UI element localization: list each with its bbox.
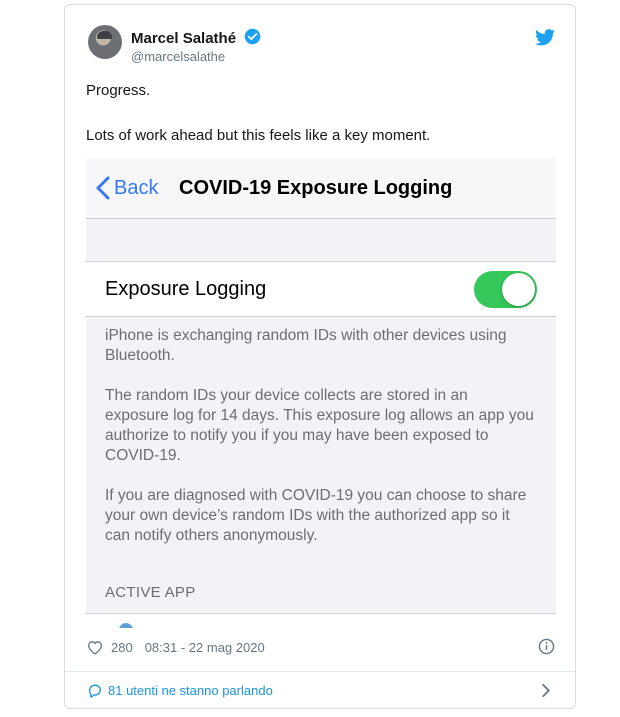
author-handle[interactable]: @marcelsalathe (131, 49, 225, 64)
exposure-logging-row: Exposure Logging (86, 261, 556, 317)
comment-icon (89, 684, 101, 698)
exposure-logging-label: Exposure Logging (105, 278, 267, 300)
avatar[interactable] (88, 25, 122, 59)
description-paragraph-3: If you are diagnosed with COVID-19 you c… (105, 487, 527, 544)
chevron-right-icon[interactable] (541, 683, 551, 698)
author-name: Marcel Salathé (131, 30, 237, 47)
tweet-card: Marcel Salathé @marcelsalathe Progress. … (64, 4, 576, 709)
ios-nav-bar: Back COVID-19 Exposure Logging (86, 158, 556, 219)
heart-icon[interactable] (87, 640, 103, 655)
conversation-count: 81 utenti ne stanno parlando (108, 683, 273, 698)
active-app-row (86, 613, 556, 628)
divider (65, 671, 575, 672)
exposure-logging-toggle[interactable] (474, 271, 537, 308)
tweet-meta: 280 08:31 - 22 mag 2020 (87, 640, 265, 655)
back-button[interactable]: Back (96, 176, 158, 200)
verified-badge-icon (244, 28, 261, 45)
toggle-knob (502, 273, 535, 306)
tweet-media-image[interactable]: Back COVID-19 Exposure Logging Exposure … (86, 158, 556, 628)
author-name-link[interactable]: Marcel Salathé (131, 28, 261, 47)
app-icon-fragment (119, 623, 133, 628)
like-count[interactable]: 280 (111, 640, 133, 655)
back-chevron-icon (96, 176, 110, 200)
tweet-timestamp[interactable]: 08:31 - 22 mag 2020 (145, 640, 265, 655)
twitter-bird-icon[interactable] (535, 29, 555, 46)
tweet-text-line-2: Lots of work ahead but this feels like a… (86, 127, 431, 144)
nav-title: COVID-19 Exposure Logging (179, 177, 453, 199)
description-paragraph-2: The random IDs your device collects are … (105, 387, 534, 464)
tweet-text-line-1: Progress. (86, 82, 151, 99)
info-icon[interactable] (538, 638, 555, 655)
conversation-link[interactable]: 81 utenti ne stanno parlando (87, 683, 273, 698)
back-label: Back (114, 176, 159, 199)
section-header: ACTIVE APP (105, 584, 196, 601)
description-paragraph-1: iPhone is exchanging random IDs with oth… (105, 327, 507, 364)
